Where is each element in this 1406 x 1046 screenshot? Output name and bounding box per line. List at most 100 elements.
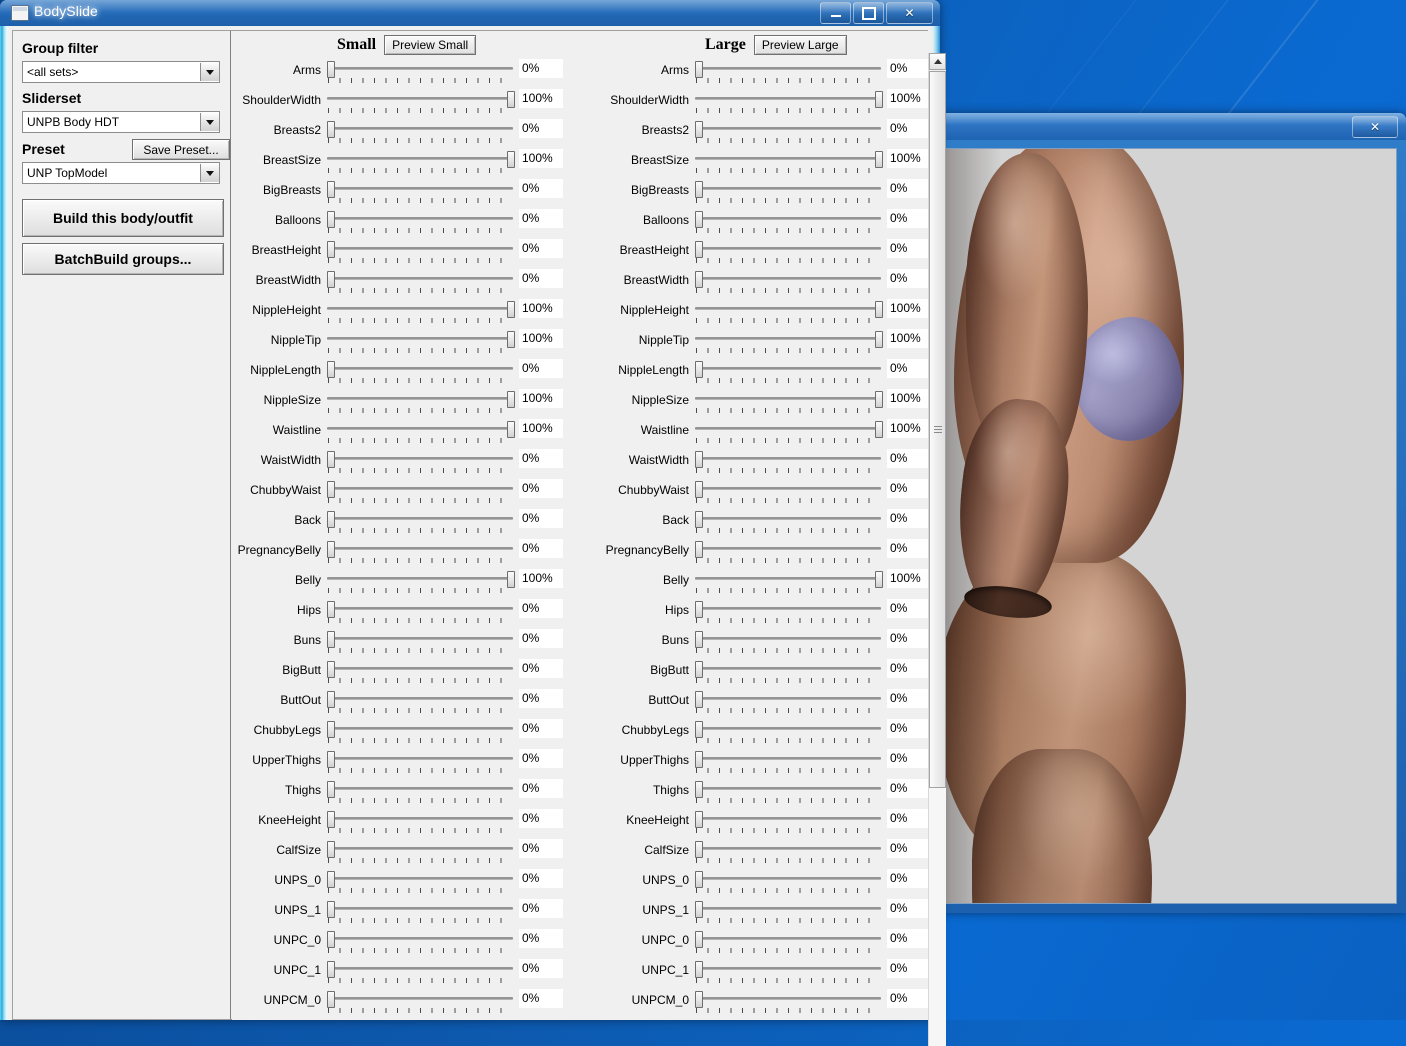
slider-track[interactable] <box>327 839 513 865</box>
slider-value-field[interactable]: 100% <box>887 329 928 348</box>
save-preset-button[interactable]: Save Preset... <box>132 139 230 160</box>
slider-track[interactable] <box>327 599 513 625</box>
slider-thumb[interactable] <box>327 511 335 528</box>
preview-window[interactable]: ✕ <box>936 113 1406 913</box>
slider-value-field[interactable]: 100% <box>519 389 563 408</box>
slider-value-field[interactable]: 0% <box>519 599 563 618</box>
slider-value-field[interactable]: 100% <box>519 89 563 108</box>
chevron-down-icon[interactable] <box>200 164 219 182</box>
sliderset-dropdown[interactable]: UNPB Body HDT <box>22 111 220 133</box>
slider-thumb[interactable] <box>695 901 703 918</box>
slider-value-field[interactable]: 0% <box>887 959 928 978</box>
slider-value-field[interactable]: 0% <box>887 719 928 738</box>
slider-value-field[interactable]: 100% <box>519 299 563 318</box>
slider-value-field[interactable]: 0% <box>887 119 928 138</box>
slider-thumb[interactable] <box>507 571 515 588</box>
slider-track[interactable] <box>695 659 881 685</box>
slider-value-field[interactable]: 0% <box>887 929 928 948</box>
slider-thumb[interactable] <box>327 61 335 78</box>
slider-track[interactable] <box>695 569 883 595</box>
slider-thumb[interactable] <box>695 601 703 618</box>
bodyslide-window[interactable]: BodySlide ✕ Group filter <all sets> Slid… <box>0 0 946 1046</box>
slider-value-field[interactable]: 0% <box>519 659 563 678</box>
slider-thumb[interactable] <box>327 721 335 738</box>
slider-thumb[interactable] <box>695 541 703 558</box>
slider-track[interactable] <box>695 479 881 505</box>
scrollbar-trough[interactable] <box>929 788 946 1046</box>
slider-track[interactable] <box>695 449 881 475</box>
slider-track[interactable] <box>695 989 881 1015</box>
slider-thumb[interactable] <box>875 331 883 348</box>
minimize-button[interactable] <box>820 2 851 24</box>
slider-value-field[interactable]: 0% <box>519 899 563 918</box>
slider-thumb[interactable] <box>327 961 335 978</box>
slider-value-field[interactable]: 100% <box>887 389 928 408</box>
slider-value-field[interactable]: 0% <box>887 179 928 198</box>
slider-thumb[interactable] <box>875 391 883 408</box>
chevron-down-icon[interactable] <box>200 113 219 131</box>
slider-value-field[interactable]: 0% <box>887 869 928 888</box>
slider-thumb[interactable] <box>327 601 335 618</box>
scrollbar-thumb[interactable] <box>929 71 946 788</box>
slider-panel-scrollbar[interactable] <box>928 53 946 1046</box>
slider-thumb[interactable] <box>875 91 883 108</box>
slider-track[interactable] <box>695 749 881 775</box>
slider-value-field[interactable]: 0% <box>519 779 563 798</box>
slider-thumb[interactable] <box>507 91 515 108</box>
slider-value-field[interactable]: 0% <box>519 689 563 708</box>
slider-thumb[interactable] <box>327 121 335 138</box>
slider-thumb[interactable] <box>327 661 335 678</box>
slider-thumb[interactable] <box>875 571 883 588</box>
slider-value-field[interactable]: 0% <box>887 899 928 918</box>
slider-thumb[interactable] <box>327 361 335 378</box>
slider-thumb[interactable] <box>695 121 703 138</box>
slider-value-field[interactable]: 0% <box>519 449 563 468</box>
slider-value-field[interactable]: 0% <box>887 509 928 528</box>
slider-track[interactable] <box>695 119 881 145</box>
slider-value-field[interactable]: 0% <box>519 809 563 828</box>
slider-value-field[interactable]: 0% <box>519 629 563 648</box>
slider-track[interactable] <box>327 269 513 295</box>
preview-small-button[interactable]: Preview Small <box>384 35 477 55</box>
slider-value-field[interactable]: 100% <box>887 299 928 318</box>
slider-track[interactable] <box>695 689 881 715</box>
slider-value-field[interactable]: 0% <box>519 239 563 258</box>
slider-thumb[interactable] <box>327 991 335 1008</box>
slider-track[interactable] <box>695 869 881 895</box>
slider-value-field[interactable]: 0% <box>519 119 563 138</box>
slider-value-field[interactable]: 0% <box>519 359 563 378</box>
slider-thumb[interactable] <box>507 391 515 408</box>
slider-thumb[interactable] <box>695 991 703 1008</box>
slider-track[interactable] <box>327 299 515 325</box>
slider-track[interactable] <box>327 899 513 925</box>
close-button[interactable]: ✕ <box>886 2 933 24</box>
slider-value-field[interactable]: 0% <box>519 509 563 528</box>
slider-thumb[interactable] <box>695 271 703 288</box>
slider-value-field[interactable]: 0% <box>887 989 928 1008</box>
slider-thumb[interactable] <box>507 421 515 438</box>
preview-3d-canvas[interactable] <box>945 148 1397 904</box>
slider-track[interactable] <box>327 419 515 445</box>
slider-track[interactable] <box>327 509 513 535</box>
slider-value-field[interactable]: 0% <box>519 539 563 558</box>
scroll-up-arrow-icon[interactable] <box>929 53 946 70</box>
slider-track[interactable] <box>327 359 513 385</box>
slider-thumb[interactable] <box>327 691 335 708</box>
slider-track[interactable] <box>695 509 881 535</box>
slider-track[interactable] <box>695 959 881 985</box>
slider-thumb[interactable] <box>875 151 883 168</box>
slider-thumb[interactable] <box>875 421 883 438</box>
slider-value-field[interactable]: 0% <box>887 539 928 558</box>
slider-thumb[interactable] <box>327 781 335 798</box>
slider-track[interactable] <box>695 929 881 955</box>
slider-value-field[interactable]: 0% <box>887 239 928 258</box>
slider-thumb[interactable] <box>695 931 703 948</box>
slider-value-field[interactable]: 100% <box>519 419 563 438</box>
slider-value-field[interactable]: 0% <box>519 749 563 768</box>
slider-track[interactable] <box>327 209 513 235</box>
main-titlebar[interactable]: BodySlide ✕ <box>0 0 940 26</box>
slider-thumb[interactable] <box>695 61 703 78</box>
slider-track[interactable] <box>327 569 515 595</box>
slider-thumb[interactable] <box>695 871 703 888</box>
slider-value-field[interactable]: 0% <box>519 179 563 198</box>
